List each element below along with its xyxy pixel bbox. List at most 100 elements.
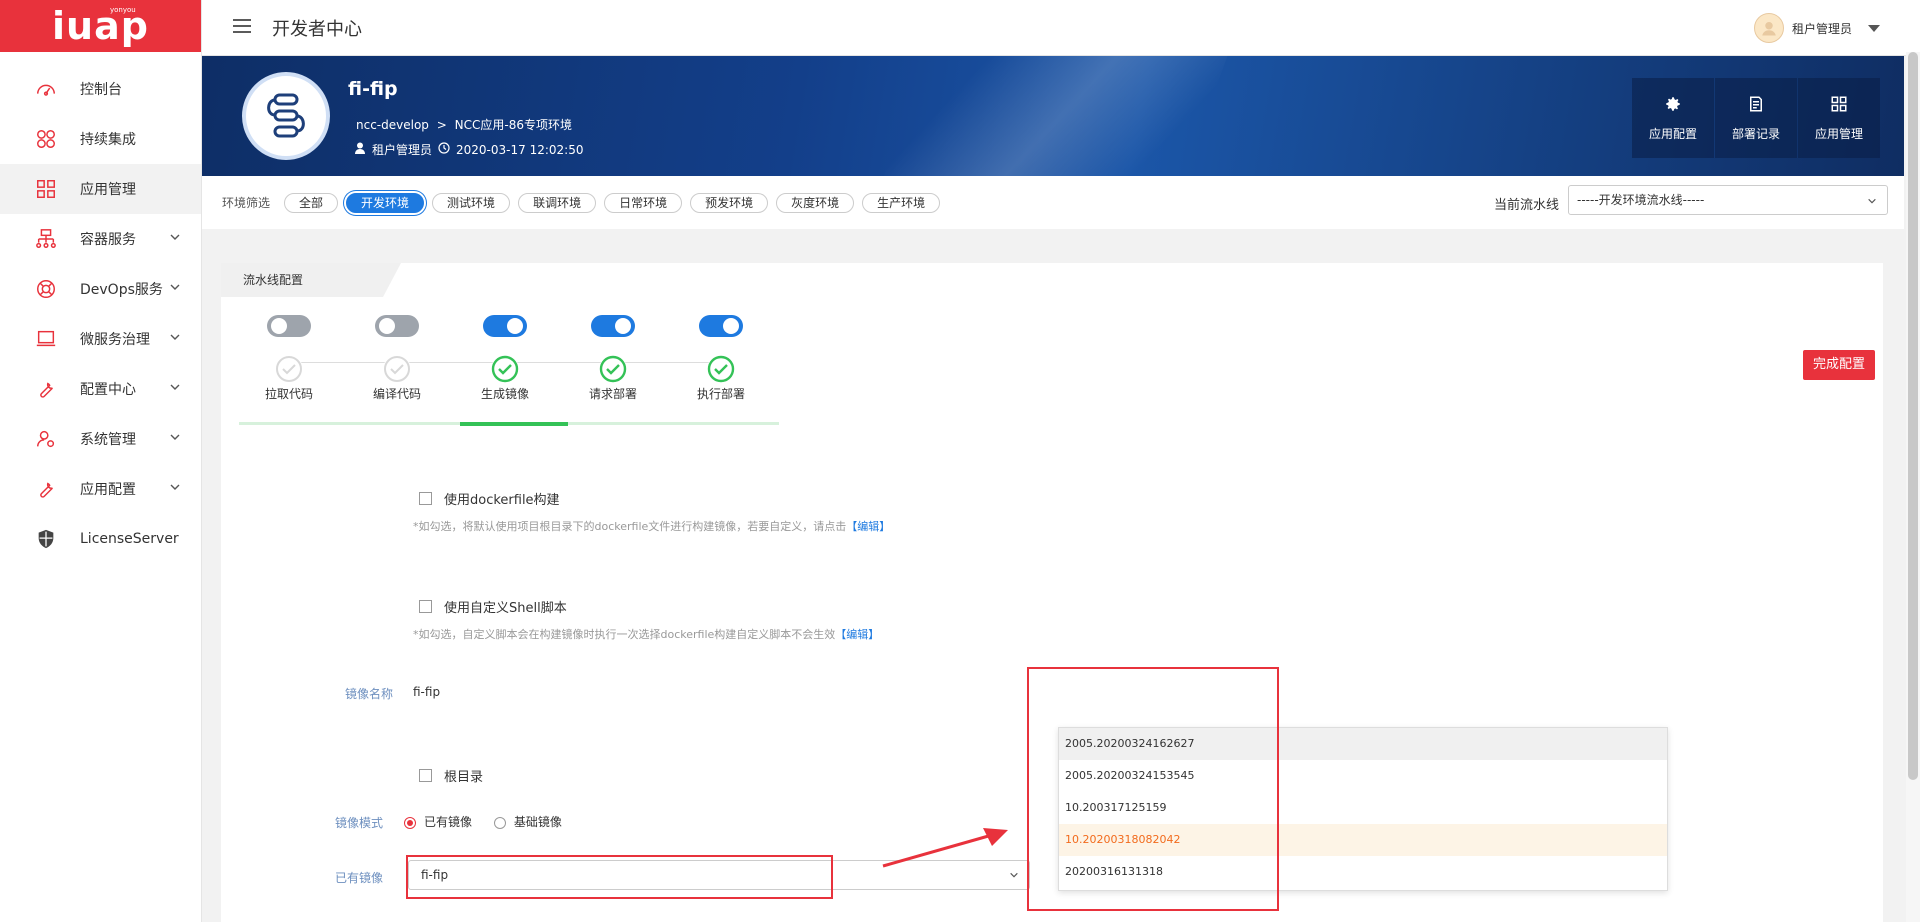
mode-existing-radio[interactable]: 已有镜像	[404, 815, 472, 829]
dashboard-icon	[34, 77, 58, 101]
dockerfile-option: 使用dockerfile构建	[419, 489, 560, 508]
step-toggle[interactable]	[375, 315, 419, 337]
sidebar-item-system[interactable]: 系统管理	[0, 414, 201, 464]
sidebar-item-microservice[interactable]: 微服务治理	[0, 314, 201, 364]
shell-edit-link[interactable]: 【编辑】	[835, 628, 879, 641]
step-execute-deploy[interactable]: 执行部署	[671, 315, 771, 402]
app-management-label: 应用管理	[1814, 126, 1863, 141]
env-filter-label: 环境筛选	[222, 196, 271, 210]
dropdown-option[interactable]: 10.200317125159	[1059, 792, 1667, 824]
app-banner: fi-fip ncc-develop > NCC应用-86专项环境 租户管理员 …	[202, 56, 1904, 176]
breadcrumb: ncc-develop > NCC应用-86专项环境	[356, 116, 572, 133]
dockerfile-checkbox[interactable]	[419, 492, 432, 505]
pipeline-steps: 拉取代码 编译代码 生成镜像 请求部署 执行部署	[239, 315, 785, 425]
sidebar-item-label: 持续集成	[80, 132, 136, 148]
chevron-down-icon	[169, 331, 181, 347]
gear-icon	[1666, 96, 1680, 111]
banner-actions: 应用配置 部署记录 应用管理	[1631, 78, 1880, 158]
check-circle-icon	[599, 355, 627, 383]
sidebar: yonyou iuap 控制台 持续集成 应用管理 容器服务 DevOps服务 …	[0, 0, 202, 922]
wrench-icon	[34, 377, 58, 401]
env-chip-dev[interactable]: 开发环境	[346, 192, 425, 213]
step-toggle[interactable]	[591, 315, 635, 337]
app-icon	[242, 72, 330, 160]
clock-icon	[438, 142, 450, 157]
shell-checkbox[interactable]	[419, 600, 432, 613]
env-chip-test[interactable]: 测试环境	[432, 192, 511, 213]
sidebar-item-license[interactable]: LicenseServer	[0, 514, 201, 564]
chevron-down-icon	[169, 281, 181, 297]
page-title: 开发者中心	[272, 18, 362, 40]
sidebar-item-app-config[interactable]: 应用配置	[0, 464, 201, 514]
sidebar-item-label: 容器服务	[80, 232, 136, 248]
breadcrumb-namespace[interactable]: ncc-develop	[356, 118, 429, 132]
active-step-indicator	[460, 422, 568, 426]
sidebar-item-app-management[interactable]: 应用管理	[0, 164, 201, 214]
env-chip-integration[interactable]: 联调环境	[518, 192, 597, 213]
sidebar-item-label: 配置中心	[80, 382, 136, 398]
mode-base-label: 基础镜像	[513, 815, 562, 829]
sidebar-item-ci[interactable]: 持续集成	[0, 114, 201, 164]
hamburger-menu-icon[interactable]	[232, 18, 252, 38]
step-toggle[interactable]	[267, 315, 311, 337]
step-label: 编译代码	[372, 387, 421, 401]
user-menu[interactable]: 租户管理员	[1753, 13, 1880, 43]
logo[interactable]: yonyou iuap	[0, 0, 201, 52]
shield-icon	[34, 527, 58, 551]
sidebar-item-label: 微服务治理	[80, 332, 150, 348]
step-toggle[interactable]	[699, 315, 743, 337]
dropdown-option[interactable]: 20200316131318	[1059, 856, 1667, 888]
sidebar-item-label: 控制台	[80, 82, 122, 98]
app-config-button[interactable]: 应用配置	[1632, 78, 1714, 158]
user-icon	[354, 142, 366, 157]
sidebar-item-dashboard[interactable]: 控制台	[0, 64, 201, 114]
app-management-button[interactable]: 应用管理	[1798, 78, 1880, 158]
check-circle-icon	[383, 355, 411, 383]
tab-pipeline-config[interactable]: 流水线配置	[221, 263, 401, 297]
sidebar-item-container[interactable]: 容器服务	[0, 214, 201, 264]
mode-existing-label: 已有镜像	[424, 815, 473, 829]
sidebar-item-config-center[interactable]: 配置中心	[0, 364, 201, 414]
finish-config-button[interactable]: 完成配置	[1803, 350, 1875, 380]
deploy-records-label: 部署记录	[1731, 126, 1780, 141]
annotation-arrow-icon	[882, 828, 1008, 868]
step-label: 拉取代码	[264, 387, 313, 401]
check-circle-icon	[491, 355, 519, 383]
sidebar-item-label: 应用配置	[80, 482, 136, 498]
dropdown-option[interactable]: 2005.20200324162627	[1059, 728, 1667, 760]
deploy-records-button[interactable]: 部署记录	[1715, 78, 1797, 158]
env-chip-gray[interactable]: 灰度环境	[776, 192, 855, 213]
sidebar-nav: 控制台 持续集成 应用管理 容器服务 DevOps服务 微服务治理 配置中心 系…	[0, 64, 201, 564]
env-chip-staging[interactable]: 预发环境	[690, 192, 769, 213]
env-chip-daily[interactable]: 日常环境	[604, 192, 683, 213]
env-chip-all[interactable]: 全部	[284, 192, 339, 213]
chevron-down-icon	[169, 431, 181, 447]
chevron-down-icon	[169, 481, 181, 497]
check-circle-icon	[707, 355, 735, 383]
pipeline-select[interactable]: -----开发环境流水线-----	[1568, 185, 1888, 215]
mode-base-radio[interactable]: 基础镜像	[493, 815, 562, 829]
app-owner: 租户管理员	[372, 143, 433, 157]
dropdown-option-selected[interactable]: 10.20200318082042	[1059, 824, 1667, 856]
step-label: 请求部署	[588, 387, 637, 401]
step-request-deploy[interactable]: 请求部署	[563, 315, 663, 402]
env-chip-production[interactable]: 生产环境	[862, 192, 941, 213]
root-dir-option: 根目录	[419, 766, 483, 785]
sidebar-item-label: DevOps服务	[80, 282, 163, 298]
root-dir-checkbox[interactable]	[419, 769, 432, 782]
sidebar-item-label: 应用管理	[80, 182, 136, 198]
sidebar-item-devops[interactable]: DevOps服务	[0, 264, 201, 314]
breadcrumb-separator: >	[436, 118, 447, 132]
dropdown-option[interactable]: 2005.20200324153545	[1059, 760, 1667, 792]
step-label: 执行部署	[696, 387, 745, 401]
breadcrumb-environment[interactable]: NCC应用-86专项环境	[455, 118, 572, 132]
step-build-image[interactable]: 生成镜像	[455, 315, 555, 402]
network-icon	[34, 227, 58, 251]
dockerfile-edit-link[interactable]: 【编辑】	[846, 520, 890, 533]
scrollbar-thumb[interactable]	[1908, 52, 1918, 780]
document-icon	[1750, 96, 1762, 111]
sidebar-item-label: 系统管理	[80, 432, 136, 448]
dockerfile-note-text: *如勾选，将默认使用项目根目录下的dockerfile文件进行构建镜像，若要自定…	[413, 520, 847, 533]
step-toggle[interactable]	[483, 315, 527, 337]
existing-image-label: 已有镜像	[335, 871, 384, 885]
